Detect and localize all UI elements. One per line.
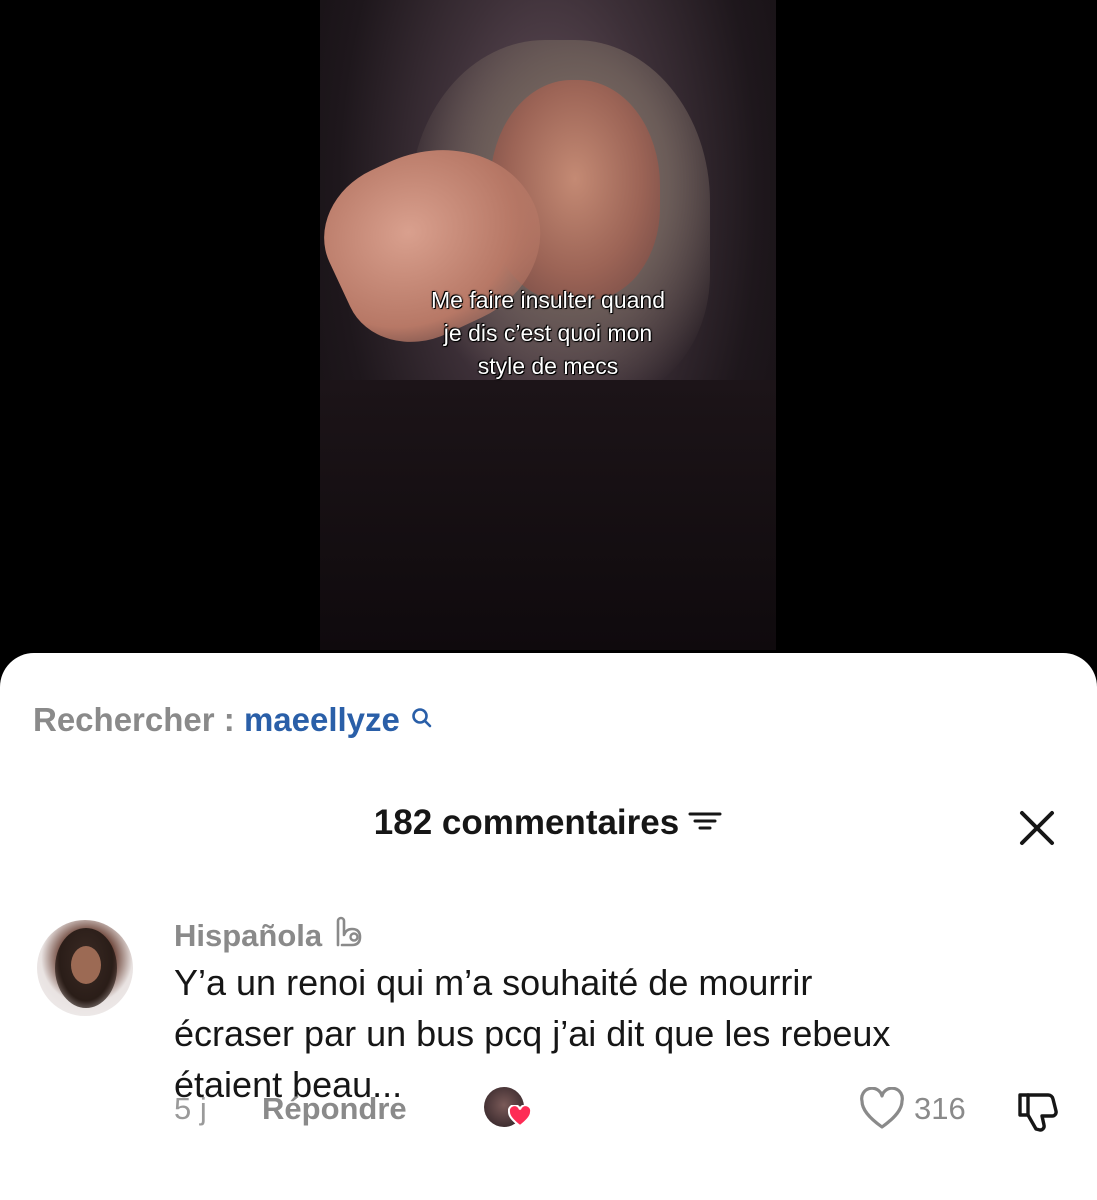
- comments-sheet: Rechercher : maeellyze 182 commentaires: [0, 653, 1097, 1200]
- filter-icon[interactable]: [687, 807, 723, 840]
- caption-line: Me faire insulter quand: [431, 287, 665, 313]
- like-count: 316: [914, 1091, 966, 1126]
- close-icon[interactable]: [1017, 808, 1057, 848]
- search-prefix: Rechercher :: [33, 701, 235, 738]
- comments-header: 182 commentaires: [0, 803, 1097, 853]
- comment-line: écraser par un bus pcq j’ai dit que les …: [174, 1013, 891, 1054]
- creator-liked-badge: [484, 1087, 533, 1131]
- search-suggestion[interactable]: Rechercher : maeellyze: [33, 701, 433, 739]
- search-icon: [411, 699, 433, 737]
- video-person-body: [320, 380, 776, 650]
- video-caption: Me faire insulter quand je dis c’est quo…: [320, 284, 776, 383]
- avatar-face: [71, 946, 101, 984]
- avatar[interactable]: [37, 920, 133, 1016]
- dislike-icon[interactable]: [1014, 1087, 1062, 1135]
- comment-actions: 5 j Répondre 316: [174, 1086, 1074, 1132]
- comment-author-row: Hispañola: [174, 915, 372, 956]
- caption-line: je dis c’est quoi mon: [443, 320, 653, 346]
- comment-timestamp: 5 j: [174, 1091, 207, 1126]
- comment-username[interactable]: Hispañola: [174, 918, 322, 954]
- search-term-link[interactable]: maeellyze: [244, 701, 400, 738]
- heart-filled-icon: [507, 1104, 533, 1132]
- heart-icon[interactable]: [858, 1086, 906, 1131]
- video-player[interactable]: Me faire insulter quand je dis c’est quo…: [0, 0, 1097, 680]
- creator-liked-icon: [332, 915, 372, 956]
- caption-line: style de mecs: [477, 353, 619, 379]
- reply-button[interactable]: Répondre: [262, 1091, 407, 1127]
- comment-line: Y’a un renoi qui m’a souhaité de mourrir: [174, 962, 813, 1003]
- comment-count: 182 commentaires: [373, 803, 680, 842]
- video-frame[interactable]: Me faire insulter quand je dis c’est quo…: [320, 0, 776, 650]
